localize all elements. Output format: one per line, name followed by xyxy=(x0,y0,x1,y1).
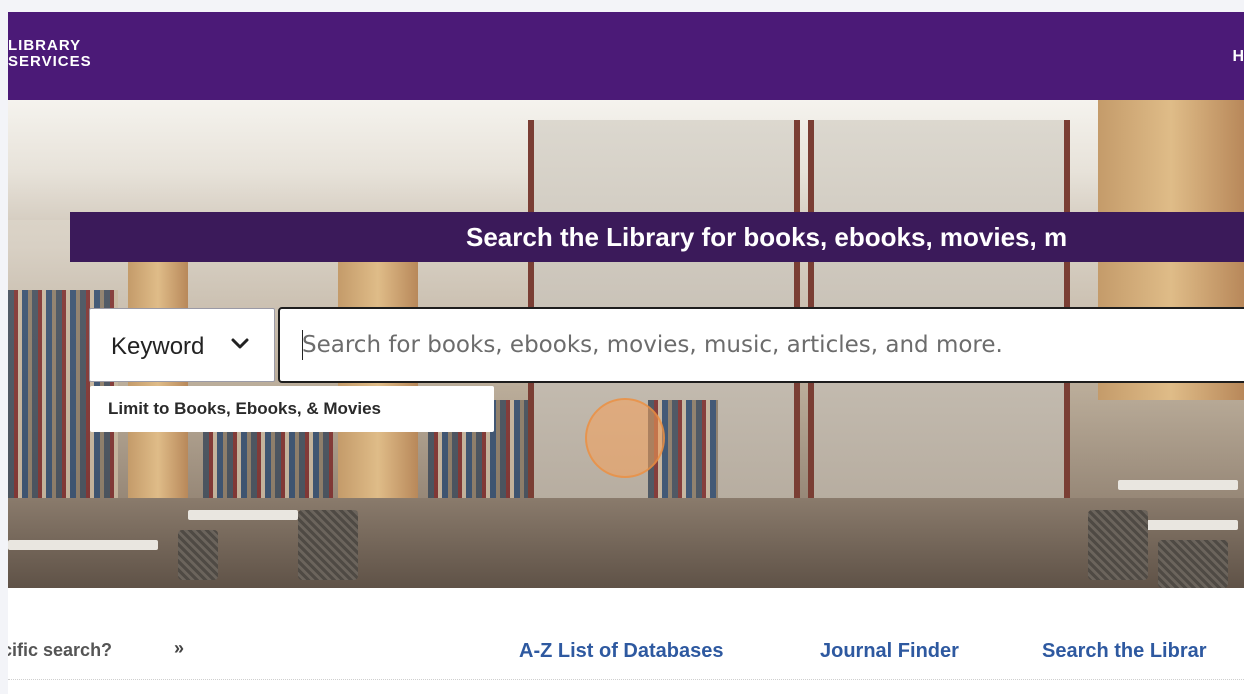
hero-chair-decor xyxy=(298,510,358,580)
header-nav-link[interactable]: H xyxy=(1232,48,1244,66)
cursor-highlight xyxy=(585,398,665,478)
limit-option-label: Limit to Books, Ebooks, & Movies xyxy=(108,399,381,418)
logo-line-1: LIBRARY xyxy=(8,37,82,54)
site-header: LIBRARY SERVICES H xyxy=(8,12,1244,100)
logo-line-2: SERVICES xyxy=(8,53,92,70)
search-input[interactable] xyxy=(278,307,1244,383)
hero-chair-decor xyxy=(178,530,218,580)
hero-table-decor xyxy=(188,510,298,520)
hero-table-decor xyxy=(8,540,158,550)
search-type-select[interactable]: Keyword xyxy=(89,308,275,382)
library-page: LIBRARY SERVICES H Search the Library fo… xyxy=(8,12,1244,694)
quick-links-bar: cific search? » A-Z List of Databases Jo… xyxy=(8,588,1244,694)
hero-table-decor xyxy=(1118,480,1238,490)
limit-option[interactable]: Limit to Books, Ebooks, & Movies xyxy=(90,386,494,432)
double-chevron-right-icon[interactable]: » xyxy=(174,638,184,659)
specific-search-link[interactable]: cific search? xyxy=(8,640,112,661)
az-databases-link[interactable]: A-Z List of Databases xyxy=(519,640,723,663)
search-type-value: Keyword xyxy=(111,333,205,360)
hero-chair-decor xyxy=(1158,540,1228,588)
hero-chair-decor xyxy=(1088,510,1148,580)
hero-section: Search the Library for books, ebooks, mo… xyxy=(8,100,1244,588)
search-library-link[interactable]: Search the Librar xyxy=(1042,640,1207,663)
search-banner-title: Search the Library for books, ebooks, mo… xyxy=(466,222,1068,252)
journal-finder-link[interactable]: Journal Finder xyxy=(820,640,959,663)
chevron-down-icon xyxy=(231,338,249,349)
search-banner: Search the Library for books, ebooks, mo… xyxy=(70,212,1244,262)
text-caret xyxy=(302,330,303,360)
divider xyxy=(8,679,1244,681)
library-services-logo[interactable]: LIBRARY SERVICES xyxy=(8,38,92,70)
